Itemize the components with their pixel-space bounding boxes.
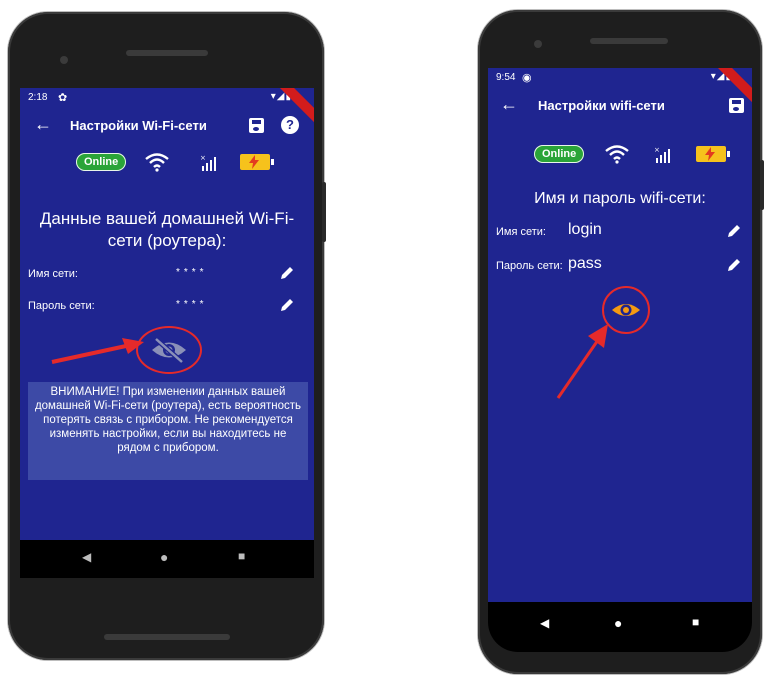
- pencil-icon[interactable]: [279, 265, 295, 281]
- arrow-left-icon[interactable]: ←: [34, 114, 52, 135]
- page-title: Настройки Wi-Fi-сети: [70, 118, 207, 133]
- clock: 9:54: [496, 72, 516, 83]
- front-camera: [60, 56, 68, 64]
- svg-text:×: ×: [200, 154, 206, 162]
- left-phone: 2:18 ✿ ▾◢▮ ← Настройки Wi-Fi-сети ? Onli…: [8, 12, 326, 660]
- arrow-left-icon[interactable]: ←: [500, 94, 518, 115]
- password-label: Пароль сети:: [496, 260, 563, 272]
- save-icon[interactable]: [249, 118, 264, 133]
- section-heading: Имя и пароль wifi-сети:: [534, 190, 706, 207]
- ssid-label: Имя сети:: [496, 226, 546, 238]
- wifi-icon: [605, 145, 629, 164]
- nav-home-icon[interactable]: ●: [160, 549, 168, 565]
- clock: 2:18: [28, 92, 48, 103]
- battery-charging-icon: [240, 154, 274, 170]
- android-nav-bar: ◀ ● ■: [488, 602, 752, 652]
- eye-off-icon: [152, 337, 186, 364]
- signal-icon: ×: [200, 154, 216, 171]
- pencil-icon[interactable]: [726, 223, 742, 239]
- page-title: Настройки wifi-сети: [538, 98, 665, 113]
- help-icon[interactable]: ?: [281, 116, 299, 134]
- password-row: Пароль сети: ****: [20, 294, 314, 318]
- nav-recents-icon[interactable]: ■: [238, 549, 245, 563]
- save-icon[interactable]: [729, 98, 744, 113]
- online-badge: Online: [76, 153, 127, 171]
- battery-charging-icon: [696, 146, 730, 162]
- section-heading: Данные вашей домашней Wi-Fi-сети (роутер…: [39, 209, 295, 250]
- top-speaker: [126, 50, 208, 56]
- nav-recents-icon[interactable]: ■: [692, 615, 699, 629]
- gear-icon: ◉: [522, 72, 532, 84]
- password-value: pass: [568, 255, 602, 272]
- app-toolbar: ← Настройки wifi-сети: [488, 90, 752, 122]
- nav-back-icon[interactable]: ◀: [82, 550, 91, 564]
- ssid-value: login: [568, 221, 602, 238]
- nav-back-icon[interactable]: ◀: [540, 616, 549, 630]
- password-label: Пароль сети:: [28, 300, 95, 312]
- ssid-label: Имя сети:: [28, 268, 78, 280]
- left-screen: 2:18 ✿ ▾◢▮ ← Настройки Wi-Fi-сети ? Onli…: [20, 88, 314, 578]
- password-row: Пароль сети: pass: [488, 254, 752, 278]
- warning-message: ВНИМАНИЕ! При изменении данных вашей дом…: [28, 382, 308, 480]
- bottom-speaker: [104, 634, 230, 640]
- pointer-arrow: [556, 324, 608, 399]
- pencil-icon[interactable]: [726, 257, 742, 273]
- side-button: [760, 160, 764, 210]
- password-value: ****: [176, 299, 208, 310]
- app-toolbar: ← Настройки Wi-Fi-сети ?: [20, 110, 314, 142]
- status-bar: 9:54 ◉ ▾◢▮: [488, 68, 752, 108]
- side-button: [322, 182, 326, 242]
- ssid-row: Имя сети: login: [488, 220, 752, 244]
- device-status-row: Online ×: [488, 141, 752, 167]
- gear-icon: ✿: [58, 92, 68, 104]
- front-camera: [534, 40, 542, 48]
- top-speaker: [590, 38, 668, 44]
- wifi-icon: [145, 153, 169, 172]
- pencil-icon[interactable]: [279, 297, 295, 313]
- eye-icon: [612, 304, 640, 316]
- pointer-arrow: [51, 338, 144, 364]
- android-nav-bar: ◀ ● ■: [20, 540, 314, 578]
- online-badge: Online: [534, 145, 585, 163]
- signal-icon: ×: [654, 146, 670, 163]
- right-screen: 9:54 ◉ ▾◢▮ ← Настройки wifi-сети Online: [488, 68, 752, 608]
- nav-home-icon[interactable]: ●: [614, 615, 622, 631]
- ssid-row: Имя сети: ****: [20, 262, 314, 286]
- ssid-value: ****: [176, 267, 208, 278]
- svg-text:×: ×: [654, 146, 660, 154]
- status-bar: 2:18 ✿ ▾◢▮: [20, 88, 314, 128]
- device-status-row: Online ×: [20, 149, 314, 175]
- right-phone: 9:54 ◉ ▾◢▮ ← Настройки wifi-сети Online: [478, 10, 764, 674]
